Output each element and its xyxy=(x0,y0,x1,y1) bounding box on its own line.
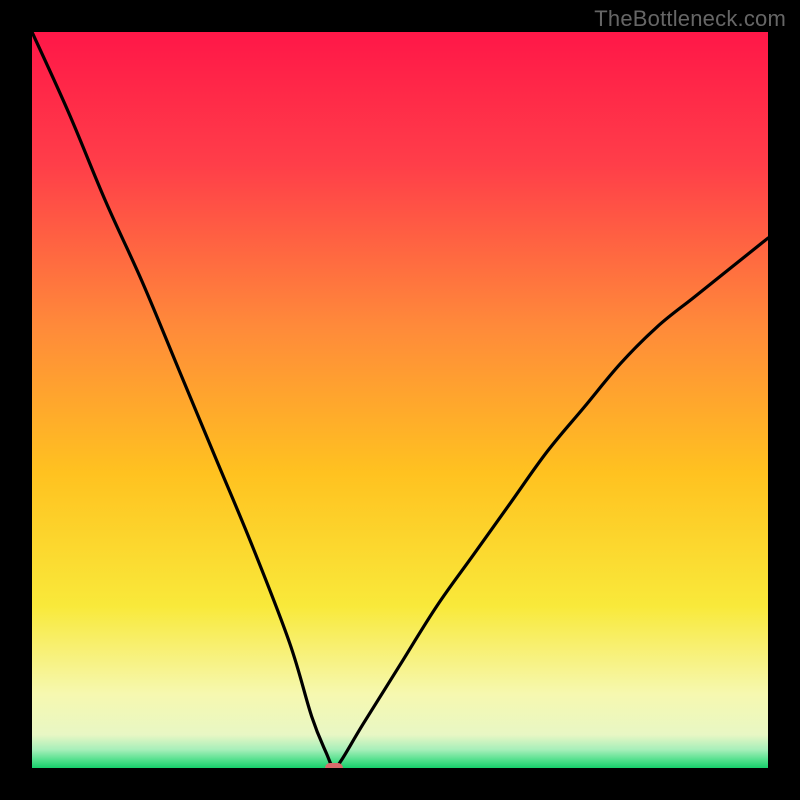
watermark-text: TheBottleneck.com xyxy=(594,6,786,32)
bottleneck-curve xyxy=(32,32,768,768)
plot-area xyxy=(32,32,768,768)
chart-frame: TheBottleneck.com xyxy=(0,0,800,800)
minimum-marker xyxy=(325,763,343,768)
